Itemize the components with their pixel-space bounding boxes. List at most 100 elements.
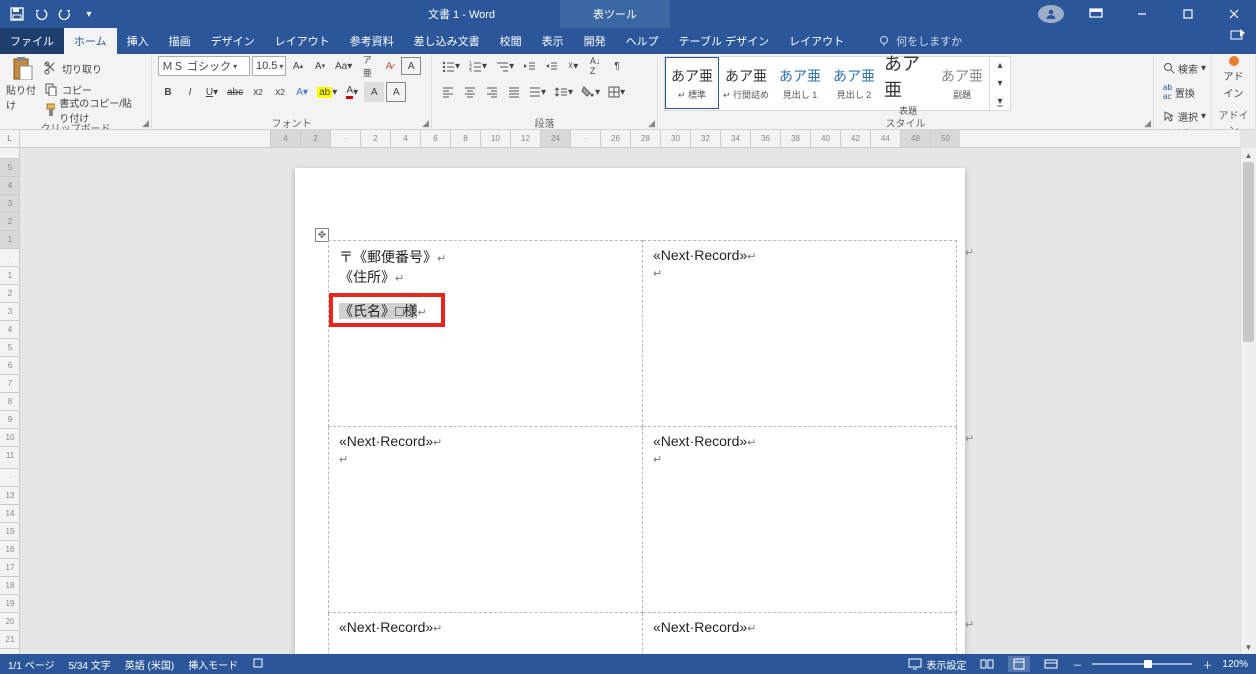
account-icon[interactable] [1038,5,1064,23]
superscript-button[interactable]: x2 [270,82,290,102]
clipboard-launcher[interactable]: ◢ [142,118,149,129]
styles-launcher[interactable]: ◢ [1144,118,1151,129]
multilevel-button[interactable]: ▾ [492,56,517,76]
strikethrough-button[interactable]: abc [224,82,246,102]
tab-file[interactable]: ファイル [0,28,64,54]
document-area[interactable]: ✥ 〒《郵便番号》↵ 《住所》↵ 《氏名》□様↵ «Next·Record»↵ … [20,148,1240,654]
align-right-button[interactable] [482,82,502,102]
scroll-down-button[interactable]: ▼ [1241,640,1256,654]
tab-references[interactable]: 参考資料 [340,28,404,54]
tab-draw[interactable]: 描画 [159,28,201,54]
tab-home[interactable]: ホーム [64,28,117,54]
scroll-up-button[interactable]: ▲ [1241,148,1256,162]
style-expand[interactable]: ▾̲ [990,93,1010,110]
tab-table-layout[interactable]: レイアウト [779,28,854,54]
align-left-button[interactable] [438,82,458,102]
style-heading2[interactable]: あア亜見出し 2 [827,57,881,109]
view-read-button[interactable] [976,656,998,672]
save-button[interactable] [6,3,28,25]
minimize-button[interactable] [1120,0,1164,28]
increase-indent-button[interactable] [541,56,561,76]
status-mode[interactable]: 挿入モード [188,657,238,672]
ribbon-display-button[interactable] [1074,0,1118,28]
clear-format-button[interactable]: A̷ [379,56,399,76]
select-button[interactable]: 選択▾ [1160,106,1212,126]
style-title[interactable]: あア亜表題 [881,57,935,109]
table-cell[interactable]: «Next·Record»↵ [643,613,957,655]
tab-view[interactable]: 表示 [532,28,574,54]
distribute-button[interactable]: ▾ [526,82,549,102]
shrink-font-button[interactable]: A▾ [310,56,330,76]
status-words[interactable]: 5/34 文字 [68,657,110,672]
underline-button[interactable]: U▾ [202,82,222,102]
tab-layout[interactable]: レイアウト [265,28,340,54]
view-print-button[interactable] [1008,656,1030,672]
style-heading1[interactable]: あア亜見出し 1 [773,57,827,109]
text-effects-button[interactable]: A▾ [292,82,312,102]
addins-button[interactable]: アド イン [1218,56,1249,100]
style-no-spacing[interactable]: あア亜↵ 行間詰め [719,57,773,109]
qat-customize-button[interactable]: ▾ [78,3,100,25]
sort-button[interactable]: A↓Z [585,56,605,76]
tab-mailings[interactable]: 差し込み文書 [404,28,490,54]
status-language[interactable]: 英語 (米国) [125,657,174,672]
table-cell[interactable]: 〒《郵便番号》↵ 《住所》↵ 《氏名》□様↵ [329,241,643,427]
font-name-combo[interactable]: ＭＳ ゴシック▾ [158,56,250,76]
style-scroll-down[interactable]: ▾ [990,75,1010,92]
undo-button[interactable] [30,3,52,25]
decrease-indent-button[interactable] [519,56,539,76]
font-color-button[interactable]: A▾ [342,82,362,102]
grow-font-button[interactable]: A▴ [288,56,308,76]
redo-button[interactable] [54,3,76,25]
zoom-level[interactable]: 120% [1222,659,1248,670]
table-move-handle[interactable]: ✥ [315,228,329,242]
style-scroll-up[interactable]: ▴ [990,57,1010,74]
font-size-combo[interactable]: 10.5▾ [252,56,286,76]
line-spacing-button[interactable]: ▾ [551,82,576,102]
show-marks-button[interactable]: ¶ [607,56,627,76]
bullets-button[interactable]: ▾ [438,56,463,76]
subscript-button[interactable]: x2 [248,82,268,102]
vertical-scrollbar[interactable]: ▲ ▼ [1240,148,1256,654]
table-cell[interactable]: «Next·Record»↵ ↵ [329,427,643,613]
tab-table-design[interactable]: テーブル デザイン [669,28,779,54]
cut-button[interactable]: 切り取り [41,58,145,78]
font-launcher[interactable]: ◢ [422,118,429,129]
align-center-button[interactable] [460,82,480,102]
shading-button[interactable]: ▾ [578,82,603,102]
zoom-in-button[interactable]: ＋ [1202,657,1212,672]
numbering-button[interactable]: 123▾ [465,56,490,76]
zoom-out-button[interactable]: － [1072,657,1082,672]
borders-button[interactable]: ▾ [605,82,628,102]
phonetic-guide-button[interactable]: ア亜 [357,56,377,76]
vertical-ruler[interactable]: 54321 ·1234567891011 ·131415161718192021… [0,148,20,654]
share-button[interactable] [1230,28,1246,42]
paragraph-launcher[interactable]: ◢ [648,118,655,129]
bold-button[interactable]: B [158,82,178,102]
scroll-thumb[interactable] [1243,162,1254,342]
change-case-button[interactable]: Aa▾ [332,56,355,76]
display-settings-button[interactable]: 表示設定 [908,657,966,672]
horizontal-ruler[interactable]: 42 ·2468101224 ·262830323436384042444850 [20,130,1240,148]
close-button[interactable] [1212,0,1256,28]
view-web-button[interactable] [1040,656,1062,672]
char-border-button[interactable]: A [386,82,406,102]
justify-button[interactable] [504,82,524,102]
italic-button[interactable]: I [180,82,200,102]
tab-design[interactable]: デザイン [201,28,265,54]
asian-layout-button[interactable]: ☓▾ [563,56,583,76]
tab-review[interactable]: 校閲 [490,28,532,54]
paste-button[interactable]: 貼り付け [6,56,37,112]
table-cell[interactable]: «Next·Record»↵ ↵ [643,241,957,427]
enclose-char-button[interactable]: A [401,57,421,75]
replace-button[interactable]: abac置換 [1160,82,1212,102]
style-normal[interactable]: あア亜↵ 標準 [665,57,719,109]
zoom-slider[interactable] [1092,663,1192,665]
status-page[interactable]: 1/1 ページ [8,657,54,672]
tab-insert[interactable]: 挿入 [117,28,159,54]
format-painter-button[interactable]: 書式のコピー/貼り付け [41,100,145,120]
maximize-button[interactable] [1166,0,1210,28]
tab-help[interactable]: ヘルプ [616,28,669,54]
style-subtitle[interactable]: あア亜副題 [935,57,989,109]
char-shading-button[interactable]: A [364,82,384,102]
